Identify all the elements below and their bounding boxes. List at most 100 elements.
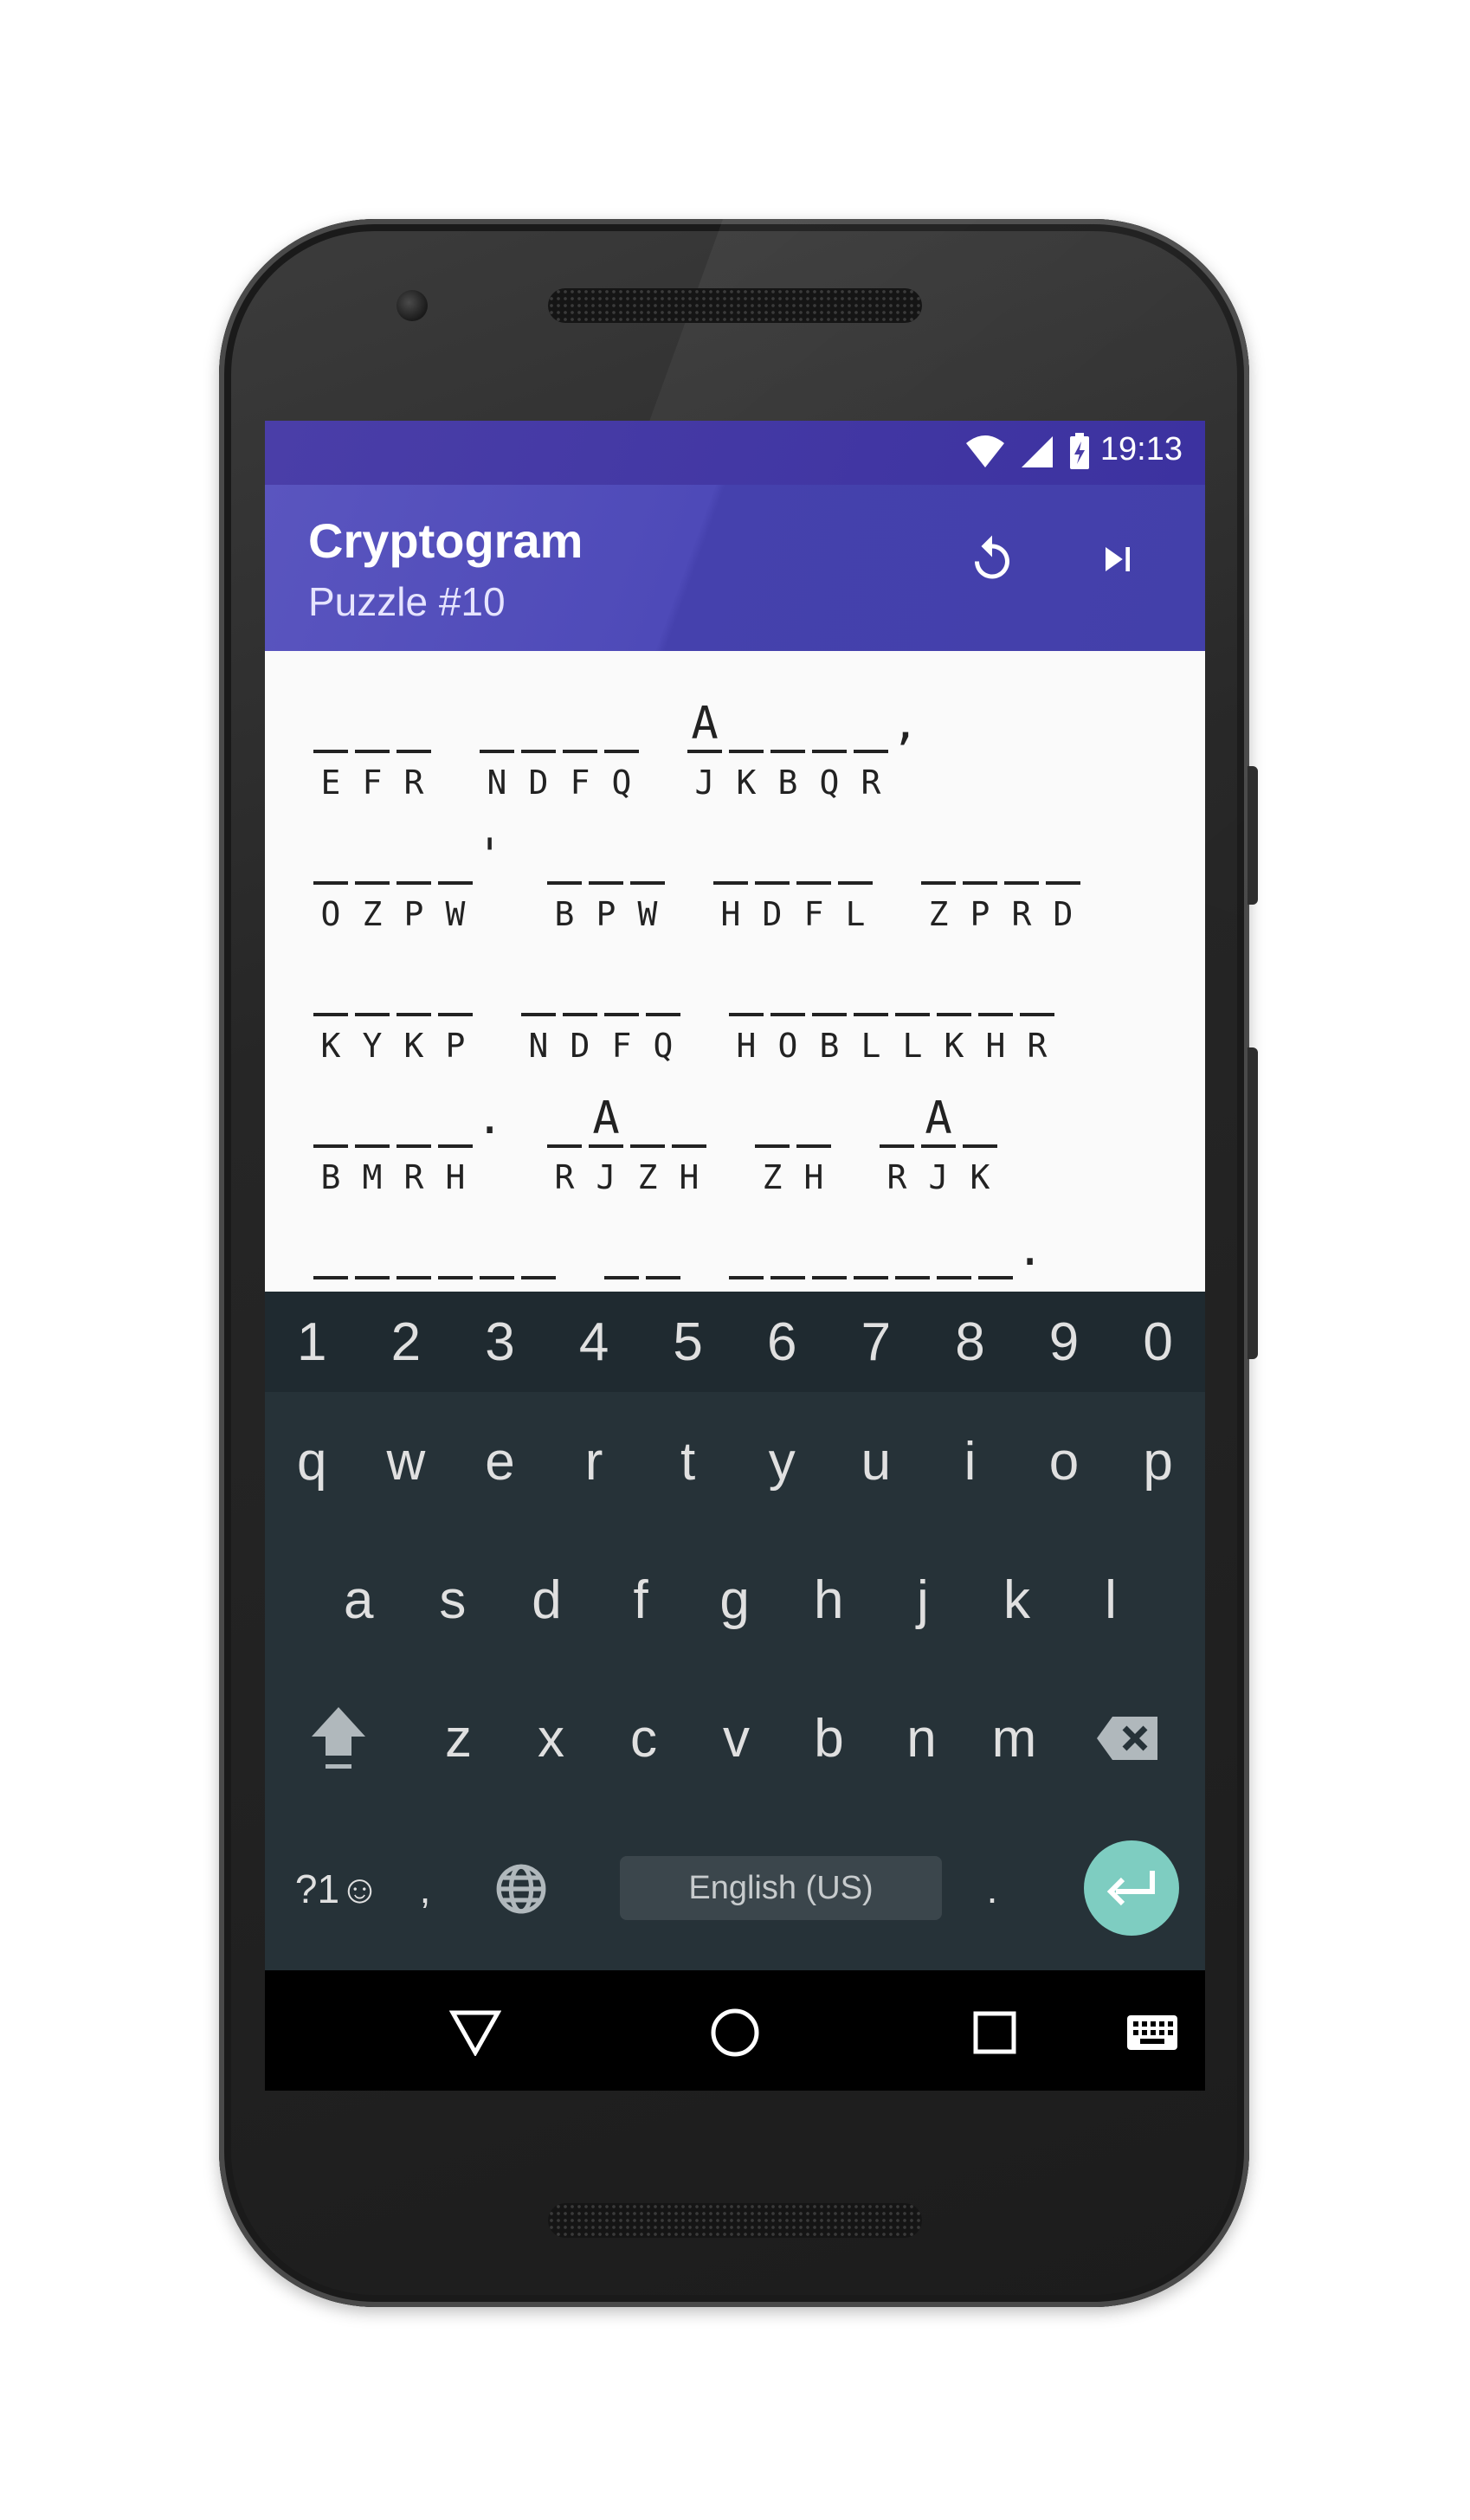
symbols-key[interactable]: ?1☺ (286, 1808, 390, 1970)
letter-cell[interactable]: L (850, 961, 892, 1067)
guess-slot[interactable] (355, 698, 390, 753)
guess-slot[interactable] (355, 961, 390, 1016)
guess-slot[interactable] (355, 829, 390, 885)
guess-slot[interactable] (630, 829, 665, 885)
letter-cell[interactable]: W (435, 829, 476, 935)
back-button[interactable] (441, 1998, 510, 2067)
key-z[interactable]: z (412, 1669, 505, 1808)
guess-slot[interactable] (812, 961, 847, 1016)
letter-cell[interactable]: H (793, 1092, 835, 1198)
guess-slot[interactable] (397, 961, 431, 1016)
letter-cell[interactable]: K (393, 961, 435, 1067)
letter-cell[interactable]: Z (918, 829, 959, 935)
guess-slot[interactable] (438, 1224, 473, 1279)
key-o[interactable]: o (1017, 1392, 1112, 1531)
letter-cell[interactable]: D (559, 961, 601, 1067)
enter-key[interactable] (1084, 1840, 1179, 1936)
guess-slot[interactable] (963, 829, 997, 885)
guess-slot[interactable] (937, 1224, 971, 1279)
letter-cell[interactable]: L (892, 961, 933, 1067)
guess-slot[interactable] (397, 829, 431, 885)
guess-slot[interactable] (854, 698, 888, 753)
key-l[interactable]: l (1064, 1531, 1158, 1669)
volume-rocker[interactable] (1248, 1047, 1258, 1359)
key-j[interactable]: j (876, 1531, 970, 1669)
letter-cell[interactable]: F (351, 698, 393, 803)
key-f[interactable]: f (594, 1531, 688, 1669)
letter-cell[interactable]: Q (642, 961, 684, 1067)
key-m[interactable]: m (968, 1669, 1061, 1808)
guess-slot[interactable] (770, 698, 805, 753)
key-b[interactable]: b (783, 1669, 875, 1808)
letter-cell[interactable]: O (767, 961, 809, 1067)
letter-cell[interactable]: AJ (585, 1092, 627, 1198)
guess-slot[interactable] (563, 698, 597, 753)
guess-slot[interactable] (313, 961, 348, 1016)
letter-cell[interactable]: O (310, 829, 351, 935)
guess-slot[interactable] (1046, 829, 1080, 885)
guess-slot[interactable] (438, 829, 473, 885)
key-2[interactable]: 2 (359, 1292, 454, 1392)
letter-cell[interactable]: L (835, 829, 876, 935)
key-p[interactable]: p (1111, 1392, 1205, 1531)
guess-slot[interactable] (729, 698, 764, 753)
key-1[interactable]: 1 (265, 1292, 359, 1392)
key-k[interactable]: k (970, 1531, 1064, 1669)
letter-cell[interactable]: Q (809, 698, 850, 803)
guess-slot[interactable] (895, 961, 930, 1016)
guess-slot[interactable] (770, 961, 805, 1016)
guess-slot[interactable] (563, 961, 597, 1016)
power-button[interactable] (1248, 766, 1258, 905)
guess-slot[interactable] (480, 1224, 514, 1279)
letter-cell[interactable]: D (751, 829, 793, 935)
letter-cell[interactable]: R (850, 698, 892, 803)
guess-slot[interactable]: A (687, 698, 722, 753)
guess-slot[interactable] (313, 1092, 348, 1148)
guess-slot[interactable]: A (921, 1092, 956, 1148)
guess-slot[interactable] (397, 1092, 431, 1148)
letter-cell[interactable]: Y (351, 961, 393, 1067)
key-d[interactable]: d (500, 1531, 594, 1669)
key-c[interactable]: c (597, 1669, 690, 1808)
letter-cell[interactable]: R (544, 1092, 585, 1198)
guess-slot[interactable]: A (589, 1092, 623, 1148)
guess-slot[interactable] (672, 1092, 706, 1148)
letter-cell[interactable]: B (767, 698, 809, 803)
guess-slot[interactable] (895, 1224, 930, 1279)
key-n[interactable]: n (875, 1669, 968, 1808)
guess-slot[interactable] (713, 829, 748, 885)
guess-slot[interactable] (838, 829, 873, 885)
letter-cell[interactable]: R (393, 698, 435, 803)
guess-slot[interactable] (438, 961, 473, 1016)
guess-slot[interactable] (397, 698, 431, 753)
letter-cell[interactable]: M (351, 1092, 393, 1198)
letter-cell[interactable]: R (1001, 829, 1042, 935)
letter-cell[interactable]: B (544, 829, 585, 935)
key-e[interactable]: e (453, 1392, 547, 1531)
guess-slot[interactable] (854, 1224, 888, 1279)
key-6[interactable]: 6 (735, 1292, 829, 1392)
guess-slot[interactable] (521, 698, 556, 753)
key-8[interactable]: 8 (923, 1292, 1017, 1392)
key-u[interactable]: u (829, 1392, 924, 1531)
letter-cell[interactable]: P (393, 829, 435, 935)
key-y[interactable]: y (735, 1392, 829, 1531)
key-r[interactable]: r (547, 1392, 642, 1531)
shift-key[interactable] (265, 1669, 412, 1808)
guess-slot[interactable] (397, 1224, 431, 1279)
letter-cell[interactable]: F (601, 961, 642, 1067)
key-t[interactable]: t (641, 1392, 735, 1531)
guess-slot[interactable] (729, 961, 764, 1016)
space-bar[interactable]: English (US) (620, 1856, 942, 1920)
key-v[interactable]: v (690, 1669, 783, 1808)
guess-slot[interactable] (547, 1092, 582, 1148)
guess-slot[interactable] (604, 1224, 639, 1279)
guess-slot[interactable] (547, 829, 582, 885)
guess-slot[interactable] (313, 829, 348, 885)
key-s[interactable]: s (406, 1531, 500, 1669)
guess-slot[interactable] (812, 1224, 847, 1279)
key-q[interactable]: q (265, 1392, 359, 1531)
guess-slot[interactable] (755, 1092, 790, 1148)
guess-slot[interactable] (604, 961, 639, 1016)
guess-slot[interactable] (921, 829, 956, 885)
